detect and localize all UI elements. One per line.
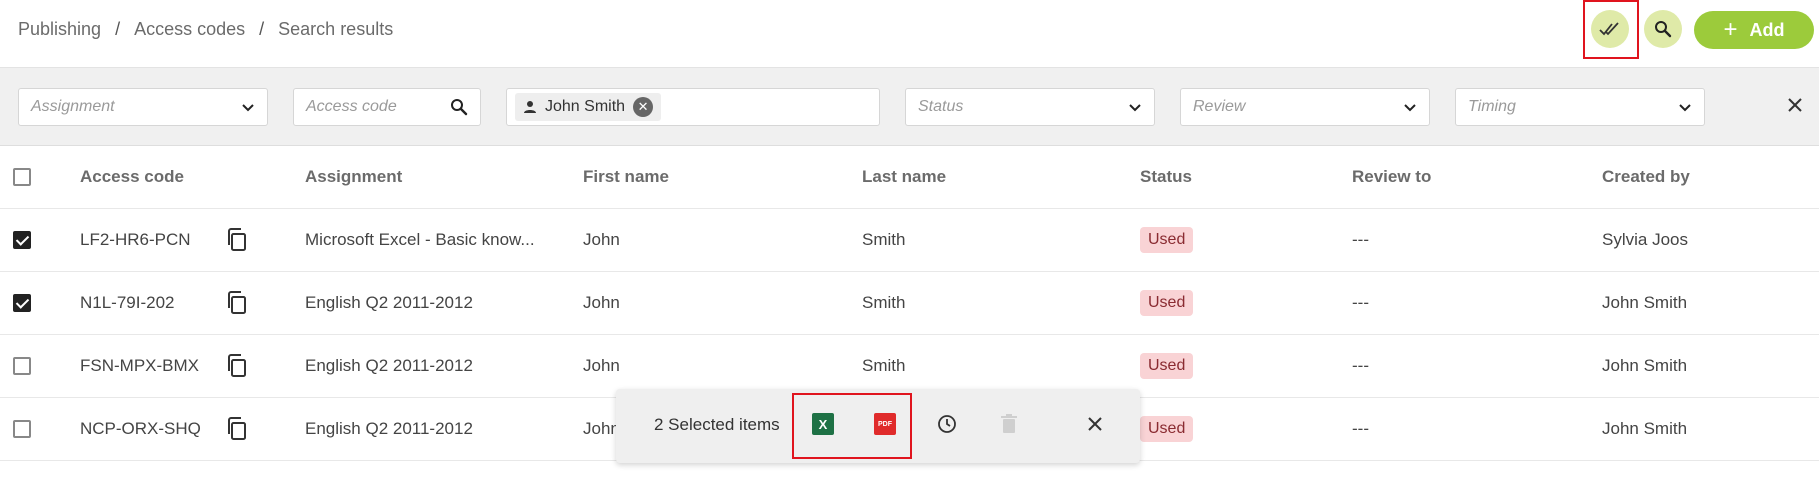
search-toggle-button[interactable]: [1644, 10, 1682, 48]
assignment-cell: Microsoft Excel - Basic know...: [305, 230, 535, 249]
review-filter-placeholder: Review: [1193, 98, 1246, 115]
table-row[interactable]: N1L-79I-202 English Q2 2011-2012 John Sm…: [0, 272, 1819, 335]
breadcrumb-publishing[interactable]: Publishing: [18, 19, 101, 40]
remove-chip-icon[interactable]: ✕: [633, 97, 654, 117]
status-filter[interactable]: Status: [905, 88, 1155, 126]
access-code-cell: LF2-HR6-PCN: [80, 230, 191, 249]
double-check-icon: [1599, 22, 1619, 36]
chevron-down-icon: [1404, 104, 1416, 112]
column-header-created-by[interactable]: Created by: [1602, 146, 1690, 208]
copy-icon[interactable]: [226, 398, 248, 460]
person-filter[interactable]: John Smith ✕: [506, 88, 880, 126]
delete-icon[interactable]: [998, 413, 1020, 435]
first-name-cell: John: [583, 293, 620, 312]
breadcrumb-separator: /: [115, 19, 121, 39]
access-code-cell: NCP-ORX-SHQ: [80, 419, 201, 438]
last-name-cell: Smith: [862, 293, 906, 312]
column-header-assignment[interactable]: Assignment: [305, 146, 402, 208]
status-badge: Used: [1140, 227, 1194, 253]
assignment-filter[interactable]: Assignment: [18, 88, 268, 126]
created-by-cell: John Smith: [1602, 356, 1688, 375]
filter-bar: Assignment Access code John Smith ✕ Stat…: [0, 68, 1819, 146]
created-by-cell: John Smith: [1602, 419, 1688, 438]
status-badge: Used: [1140, 353, 1194, 379]
chevron-down-icon: [1129, 104, 1141, 112]
column-header-status[interactable]: Status: [1140, 146, 1192, 208]
selection-action-bar: 2 Selected items X PDF: [616, 389, 1140, 463]
person-icon: [524, 101, 536, 113]
search-icon[interactable]: [450, 98, 468, 116]
breadcrumb-separator: /: [259, 19, 265, 39]
clock-icon[interactable]: [936, 413, 958, 435]
assignment-cell: English Q2 2011-2012: [305, 293, 473, 312]
status-badge: Used: [1140, 290, 1194, 316]
first-name-cell: John: [583, 230, 620, 249]
plus-icon: +: [1723, 16, 1738, 43]
clear-filters-close-icon[interactable]: [1784, 94, 1806, 116]
person-chip: John Smith ✕: [515, 93, 662, 121]
select-all-button[interactable]: [1591, 10, 1629, 48]
column-header-review-to[interactable]: Review to: [1352, 146, 1431, 208]
close-selection-icon[interactable]: [1084, 413, 1106, 435]
export-excel-icon[interactable]: X: [812, 413, 834, 435]
page-header: Publishing / Access codes / Search resul…: [0, 0, 1819, 68]
add-button[interactable]: + Add: [1694, 11, 1814, 49]
selected-items-count: 2 Selected items: [654, 415, 780, 434]
chevron-down-icon: [1679, 104, 1691, 112]
copy-icon[interactable]: [226, 272, 248, 334]
review-to-cell: ---: [1352, 356, 1369, 375]
assignment-cell: English Q2 2011-2012: [305, 356, 473, 375]
access-code-filter-placeholder: Access code: [306, 98, 397, 115]
table-row[interactable]: LF2-HR6-PCN Microsoft Excel - Basic know…: [0, 209, 1819, 272]
status-badge: Used: [1140, 416, 1194, 442]
row-checkbox[interactable]: [13, 294, 31, 312]
access-code-cell: N1L-79I-202: [80, 293, 175, 312]
created-by-cell: Sylvia Joos: [1602, 230, 1688, 249]
assignment-filter-placeholder: Assignment: [31, 98, 115, 115]
breadcrumb: Publishing / Access codes / Search resul…: [18, 19, 393, 40]
copy-icon[interactable]: [226, 335, 248, 397]
first-name-cell: John: [583, 356, 620, 375]
created-by-cell: John Smith: [1602, 293, 1688, 312]
chevron-down-icon: [242, 104, 254, 112]
row-checkbox[interactable]: [13, 420, 31, 438]
row-checkbox[interactable]: [13, 231, 31, 249]
first-name-cell: John: [583, 419, 620, 438]
access-code-cell: FSN-MPX-BMX: [80, 356, 199, 375]
status-filter-placeholder: Status: [918, 98, 964, 115]
assignment-cell: English Q2 2011-2012: [305, 419, 473, 438]
add-button-label: Add: [1749, 19, 1785, 40]
row-checkbox[interactable]: [13, 357, 31, 375]
last-name-cell: Smith: [862, 356, 906, 375]
last-name-cell: Smith: [862, 230, 906, 249]
export-pdf-icon[interactable]: PDF: [874, 413, 896, 435]
search-icon: [1655, 21, 1672, 38]
select-all-checkbox[interactable]: [13, 168, 31, 186]
review-to-cell: ---: [1352, 293, 1369, 312]
column-header-last-name[interactable]: Last name: [862, 146, 946, 208]
copy-icon[interactable]: [226, 209, 248, 271]
column-header-access-code[interactable]: Access code: [80, 146, 184, 208]
timing-filter-placeholder: Timing: [1468, 98, 1516, 115]
timing-filter[interactable]: Timing: [1455, 88, 1705, 126]
review-to-cell: ---: [1352, 230, 1369, 249]
access-code-filter[interactable]: Access code: [293, 88, 481, 126]
table-header-row: Access code Assignment First name Last n…: [0, 146, 1819, 209]
column-header-first-name[interactable]: First name: [583, 146, 669, 208]
person-chip-label: John Smith: [545, 98, 626, 115]
review-filter[interactable]: Review: [1180, 88, 1430, 126]
breadcrumb-access-codes[interactable]: Access codes: [134, 19, 245, 40]
review-to-cell: ---: [1352, 419, 1369, 438]
breadcrumb-search-results: Search results: [278, 19, 394, 39]
